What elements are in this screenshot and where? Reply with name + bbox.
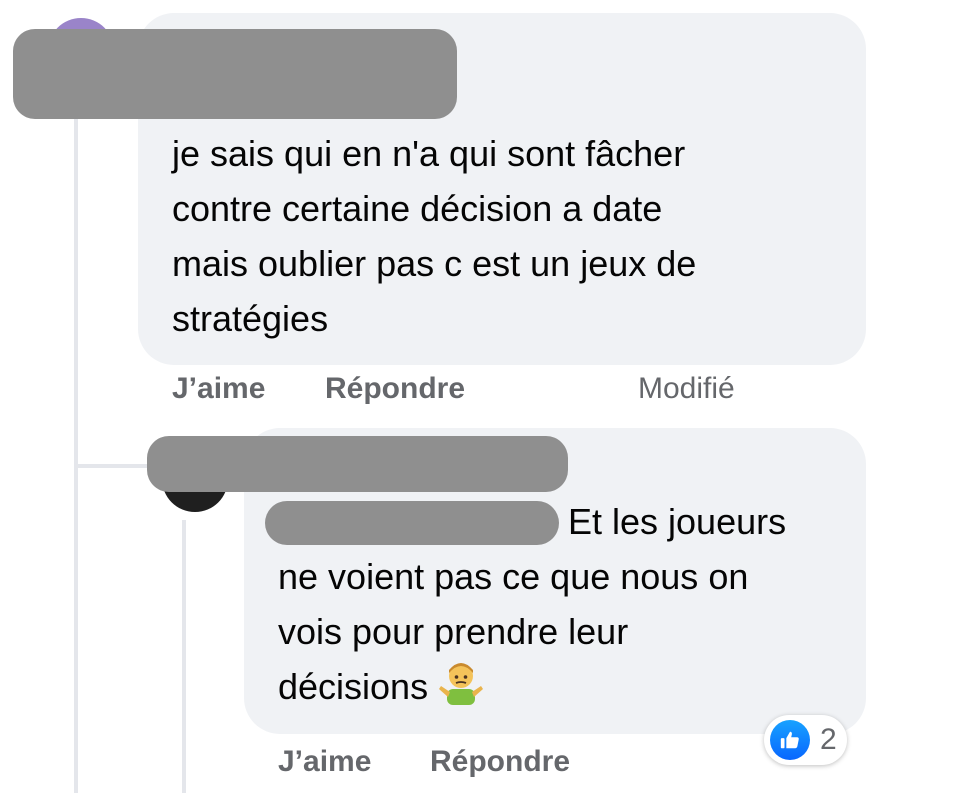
comment-reply-button[interactable]: Répondre <box>325 372 465 406</box>
reply-text: Et les joueurs ne voient pas ce que nous… <box>278 494 786 720</box>
thumbs-up-icon <box>770 720 810 760</box>
person-shrugging-emoji <box>438 659 484 720</box>
reply-thread-line <box>182 520 186 793</box>
comment-text-line: contre certaine décision a date <box>172 188 663 229</box>
redacted-author-name <box>147 436 568 492</box>
reply-text-segment: Et les joueurs <box>568 501 787 542</box>
thread-line-branch <box>78 464 150 468</box>
edited-label: Modifié <box>638 372 735 405</box>
comment-like-button[interactable]: J’aime <box>172 372 265 406</box>
reply-text-line: Et les joueurs <box>278 494 786 549</box>
reply-text-line: décisions <box>278 659 786 720</box>
reply-text-line: ne voient pas ce que nous on <box>278 556 749 597</box>
redacted-author-name <box>13 29 457 119</box>
reply-like-button[interactable]: J’aime <box>278 745 371 779</box>
comment-text-line: stratégies <box>172 298 329 339</box>
reaction-summary[interactable]: 2 <box>764 715 847 765</box>
comment-text-line: je sais qui en n'a qui sont fâcher <box>172 133 686 174</box>
reply-text-line: vois pour prendre leur <box>278 611 629 652</box>
reply-text-segment: décisions <box>278 666 429 708</box>
comment-text-line: mais oublier pas c est un jeux de <box>172 243 697 284</box>
reaction-count: 2 <box>820 723 837 756</box>
thread-line-vertical <box>74 110 78 793</box>
comment-text: je sais qui en n'a qui sont fâcher contr… <box>172 126 696 346</box>
reply-reply-button[interactable]: Répondre <box>430 745 570 779</box>
